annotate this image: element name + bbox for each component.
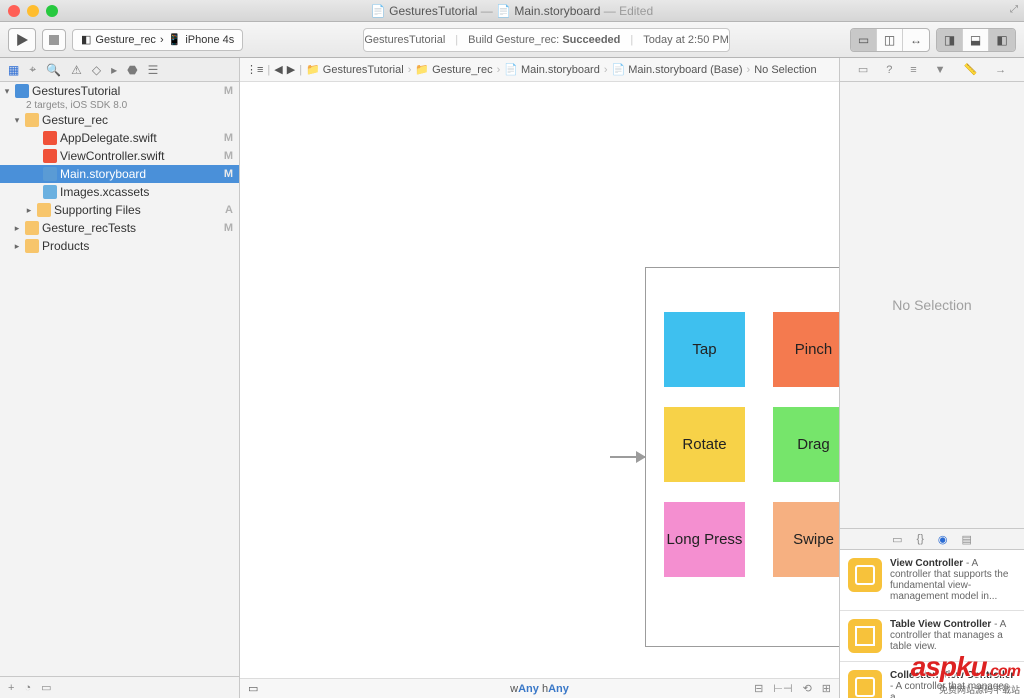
file-inspector-icon[interactable]: ▭ — [858, 63, 868, 76]
group-folder[interactable]: ▸Products — [0, 237, 239, 255]
zoom-icon[interactable] — [46, 5, 58, 17]
jump-bar[interactable]: ⋮≡ | ◀ ▶ | 📁 GesturesTutorial› 📁 Gesture… — [240, 58, 839, 82]
inspector-empty: No Selection — [840, 82, 1024, 528]
panel-bottom-button[interactable]: ⬓ — [963, 29, 989, 51]
file-row[interactable]: ViewController.swiftM — [0, 147, 239, 165]
cvc-thumb-icon — [848, 670, 882, 698]
size-class-control[interactable]: wAny hAny — [240, 683, 839, 695]
debug-nav-icon[interactable]: ▸ — [111, 63, 117, 77]
quickhelp-icon[interactable]: ? — [886, 64, 892, 76]
ib-canvas[interactable]: Tap Pinch Rotate Drag Long Press Swipe — [240, 82, 839, 678]
back-icon[interactable]: ◀ — [274, 63, 282, 76]
symbol-nav-icon[interactable]: ⌖ — [29, 62, 36, 77]
library-item[interactable]: View Controller - A controller that supp… — [840, 550, 1024, 611]
run-button[interactable] — [9, 29, 35, 51]
pin-icon[interactable]: ⊢⊣ — [773, 682, 792, 695]
tvc-thumb-icon — [848, 619, 882, 653]
fullscreen-icon[interactable]: ⤢ — [1010, 4, 1018, 15]
editor-assistant-button[interactable]: ◫ — [877, 29, 903, 51]
test-nav-icon[interactable]: ◇ — [92, 63, 101, 77]
navigator-panel: ▦ ⌖ 🔍 ⚠ ◇ ▸ ⬣ ☰ ▾ GesturesTutorialM 2 ta… — [0, 58, 240, 698]
activity-status: GesturesTutorial| Build Gesture_rec: Suc… — [363, 28, 730, 52]
outline-toggle-icon[interactable]: ▭ — [248, 682, 258, 695]
breadcrumb[interactable]: 📁 GesturesTutorial — [306, 63, 404, 76]
project-root[interactable]: ▾ GesturesTutorialM — [0, 82, 239, 100]
library-tabs[interactable]: ▭ {} ◉ ▤ — [840, 528, 1024, 550]
tile-longpress[interactable]: Long Press — [664, 502, 745, 577]
file-row[interactable]: AppDelegate.swiftM — [0, 129, 239, 147]
navigator-tabs[interactable]: ▦ ⌖ 🔍 ⚠ ◇ ▸ ⬣ ☰ — [0, 58, 239, 82]
filter-scm-icon[interactable]: ▭ — [41, 681, 51, 694]
tile-rotate[interactable]: Rotate — [664, 407, 745, 482]
group-folder[interactable]: ▸Gesture_recTestsM — [0, 219, 239, 237]
object-library-icon[interactable]: ◉ — [938, 533, 948, 546]
file-row[interactable]: Images.xcassets — [0, 183, 239, 201]
tile-drag[interactable]: Drag — [773, 407, 839, 482]
canvas-footer: ▭ wAny hAny ⊟ ⊢⊣ ⟲ ⊞ — [240, 678, 839, 698]
window-title: 📄 GesturesTutorial — 📄 Main.storyboard —… — [0, 4, 1024, 18]
file-row[interactable]: ▸Supporting FilesA — [0, 201, 239, 219]
identity-icon[interactable]: ≡ — [910, 64, 916, 76]
report-nav-icon[interactable]: ☰ — [148, 63, 159, 77]
panel-left-button[interactable]: ◨ — [937, 29, 963, 51]
connections-icon[interactable]: → — [995, 64, 1006, 76]
tile-tap[interactable]: Tap — [664, 312, 745, 387]
scheme-selector[interactable]: ◧ Gesture_rec › 📱 iPhone 4s — [72, 29, 243, 51]
media-library-icon[interactable]: ▤ — [961, 533, 971, 546]
initial-vc-arrow[interactable] — [610, 456, 645, 458]
resolve-icon[interactable]: ⟲ — [803, 682, 812, 695]
project-nav-icon[interactable]: ▦ — [8, 63, 19, 77]
tile-swipe[interactable]: Swipe — [773, 502, 839, 577]
breakpoint-nav-icon[interactable]: ⬣ — [127, 63, 137, 77]
file-tree[interactable]: ▾ GesturesTutorialM 2 targets, iOS SDK 8… — [0, 82, 239, 676]
navigator-footer[interactable]: + ◔ ▭ — [0, 676, 239, 698]
vc-thumb-icon — [848, 558, 882, 592]
editor-area: ⋮≡ | ◀ ▶ | 📁 GesturesTutorial› 📁 Gesture… — [240, 58, 839, 698]
minimize-icon[interactable] — [27, 5, 39, 17]
editor-standard-button[interactable]: ▭ — [851, 29, 877, 51]
align-icon[interactable]: ⊟ — [754, 682, 763, 695]
breadcrumb[interactable]: 📁 Gesture_rec — [415, 63, 492, 76]
filter-recent-icon[interactable]: ◔ — [24, 682, 31, 694]
target-icon: ◧ — [81, 33, 91, 46]
forward-icon[interactable]: ▶ — [287, 63, 295, 76]
file-row-selected[interactable]: Main.storyboardM — [0, 165, 239, 183]
editor-version-button[interactable]: ↔ — [903, 29, 929, 51]
code-snippet-icon[interactable]: {} — [917, 533, 924, 545]
inspector-tabs[interactable]: ▭ ? ≡ ▼ 📏 → — [840, 58, 1024, 82]
stop-button[interactable] — [42, 29, 66, 51]
breadcrumb[interactable]: 📄 Main.storyboard — [504, 63, 600, 76]
breadcrumb[interactable]: No Selection — [754, 64, 816, 76]
device-icon: 📱 — [168, 33, 182, 46]
find-nav-icon[interactable]: 🔍 — [46, 63, 61, 77]
view-controller-canvas[interactable]: Tap Pinch Rotate Drag Long Press Swipe — [645, 267, 839, 647]
watermark: aspku.com 免费网站源码下载站 — [911, 651, 1020, 696]
toolbar: ◧ Gesture_rec › 📱 iPhone 4s GesturesTuto… — [0, 22, 1024, 58]
add-icon[interactable]: + — [8, 682, 14, 694]
attributes-icon[interactable]: ▼ — [935, 64, 946, 76]
file-template-icon[interactable]: ▭ — [892, 533, 902, 546]
related-items-icon[interactable]: ⋮≡ — [246, 63, 263, 76]
panel-right-button[interactable]: ◧ — [989, 29, 1015, 51]
titlebar: 📄 GesturesTutorial — 📄 Main.storyboard —… — [0, 0, 1024, 22]
issue-nav-icon[interactable]: ⚠ — [71, 63, 82, 77]
close-icon[interactable] — [8, 5, 20, 17]
project-subtitle: 2 targets, iOS SDK 8.0 — [0, 100, 239, 111]
resize-icon[interactable]: ⊞ — [822, 682, 831, 695]
size-icon[interactable]: 📏 — [963, 63, 977, 76]
breadcrumb[interactable]: 📄 Main.storyboard (Base) — [612, 63, 743, 76]
tile-pinch[interactable]: Pinch — [773, 312, 839, 387]
inspector-panel: ▭ ? ≡ ▼ 📏 → No Selection ▭ {} ◉ ▤ View C… — [839, 58, 1024, 698]
group-folder[interactable]: ▾ Gesture_rec — [0, 111, 239, 129]
